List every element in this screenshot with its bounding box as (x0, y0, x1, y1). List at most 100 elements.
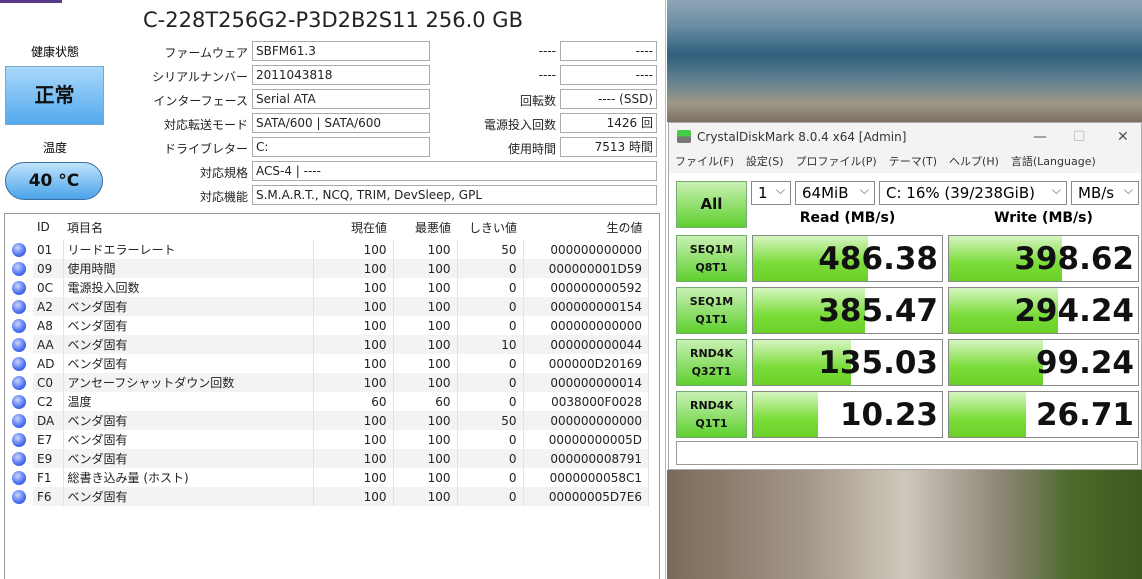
attr-id: C0 (33, 373, 64, 392)
attr-worst: 100 (393, 487, 458, 506)
table-row[interactable]: E9 ベンダ固有 100 100 0 000000008791 (5, 449, 649, 468)
attr-name: 温度 (63, 392, 314, 411)
status-dot-icon (12, 375, 26, 390)
column-header[interactable]: 現在値 (313, 214, 393, 240)
table-row[interactable]: DA ベンダ固有 100 100 50 000000000000 (5, 411, 649, 430)
attr-current: 100 (313, 335, 394, 354)
column-header[interactable]: ID (33, 214, 63, 240)
attr-worst: 100 (393, 240, 458, 259)
attr-current: 100 (313, 354, 394, 373)
column-header[interactable]: しきい値 (457, 214, 523, 240)
table-row[interactable]: 0C 電源投入回数 100 100 0 000000000592 (5, 278, 649, 297)
attr-worst: 100 (393, 297, 458, 316)
attr-id: 01 (33, 240, 64, 259)
attr-name: ベンダ固有 (63, 316, 314, 335)
desktop-background-sea (667, 0, 1142, 122)
table-row[interactable]: C0 アンセーフシャットダウン回数 100 100 0 000000000014 (5, 373, 649, 392)
attr-name: ベンダ固有 (63, 430, 314, 449)
table-row[interactable]: 09 使用時間 100 100 0 000000001D59 (5, 259, 649, 278)
table-row[interactable]: E7 ベンダ固有 100 100 0 00000000005D (5, 430, 649, 449)
attr-threshold: 0 (457, 392, 524, 411)
comment-field[interactable] (676, 441, 1138, 465)
attr-raw: 000000008791 (523, 449, 649, 468)
smart-table: ID 項目名 現在値 最悪値 しきい値 生の値 01 リードエラーレート 100 100 50 000… (4, 213, 660, 579)
attr-raw: 000000D20169 (523, 354, 649, 373)
test-params: Q1T1 (695, 417, 728, 430)
test-params: Q1T1 (695, 313, 728, 326)
table-row[interactable]: A2 ベンダ固有 100 100 0 000000000154 (5, 297, 649, 316)
table-row[interactable]: F1 総書き込み量 (ホスト) 100 100 0 0000000058C1 (5, 468, 649, 487)
status-dot-icon (12, 470, 26, 485)
close-icon[interactable]: ✕ (1117, 123, 1129, 151)
right-field-label: ---- (538, 44, 556, 58)
test-button[interactable]: RND4K Q32T1 (676, 339, 747, 386)
write-result: 398.62 (948, 235, 1139, 282)
menu-item[interactable]: ヘルプ(H) (949, 155, 999, 168)
attr-raw: 0038000F0028 (523, 392, 649, 411)
attr-name: ベンダ固有 (63, 487, 314, 506)
read-result: 385.47 (752, 287, 943, 334)
attr-worst: 60 (393, 392, 458, 411)
attr-id: F1 (33, 468, 64, 487)
menu-item[interactable]: テーマ(T) (889, 155, 937, 168)
write-header: Write (MB/s) (994, 210, 1093, 226)
status-dot-icon (12, 432, 26, 447)
table-row[interactable]: AA ベンダ固有 100 100 10 000000000044 (5, 335, 649, 354)
column-header[interactable]: 生の値 (523, 214, 649, 240)
table-row[interactable]: C2 温度 60 60 0 0038000F0028 (5, 392, 649, 411)
column-header[interactable]: 項目名 (63, 214, 313, 240)
count-select[interactable]: 1 (751, 179, 791, 205)
attr-id: DA (33, 411, 64, 430)
unit-select[interactable]: MB/s (1071, 179, 1139, 205)
test-button[interactable]: SEQ1M Q1T1 (676, 287, 747, 334)
attr-name: ベンダ固有 (63, 335, 314, 354)
attr-current: 100 (313, 373, 394, 392)
attr-name: ベンダ固有 (63, 354, 314, 373)
menu-item[interactable]: ファイル(F) (675, 155, 734, 168)
table-row[interactable]: 01 リードエラーレート 100 100 50 000000000000 (5, 240, 649, 259)
attr-name: ベンダ固有 (63, 297, 314, 316)
maximize-icon[interactable]: ☐ (1073, 123, 1086, 151)
field-value: Serial ATA (252, 89, 430, 109)
size-select[interactable]: 64MiB (795, 179, 875, 205)
crystaldiskinfo-window: C-228T256G2-P3D2B2S11 256.0 GB 健康状態 正常 温… (0, 0, 666, 579)
menu-item[interactable]: 設定(S) (746, 155, 784, 168)
read-value: 10.23 (839, 397, 938, 433)
menu-item[interactable]: 言語(Language) (1011, 155, 1096, 168)
menu-item[interactable]: プロファイル(P) (796, 155, 877, 168)
column-header[interactable]: 最悪値 (393, 214, 457, 240)
write-value: 26.71 (1035, 397, 1134, 433)
all-button[interactable]: All (676, 181, 747, 228)
attr-id: AD (33, 354, 64, 373)
attr-worst: 100 (393, 430, 458, 449)
minimize-icon[interactable]: — (1033, 123, 1047, 151)
test-button[interactable]: SEQ1M Q8T1 (676, 235, 747, 282)
attr-current: 100 (313, 259, 394, 278)
test-button[interactable]: RND4K Q1T1 (676, 391, 747, 438)
attr-threshold: 50 (457, 240, 524, 259)
attr-current: 100 (313, 240, 394, 259)
write-result: 26.71 (948, 391, 1139, 438)
attr-worst: 100 (393, 354, 458, 373)
table-row[interactable]: A8 ベンダ固有 100 100 0 000000000000 (5, 316, 649, 335)
attr-id: E7 (33, 430, 64, 449)
table-row[interactable]: AD ベンダ固有 100 100 0 000000D20169 (5, 354, 649, 373)
attr-threshold: 0 (457, 487, 524, 506)
test-name: RND4K (690, 399, 733, 412)
table-row[interactable]: F6 ベンダ固有 100 100 0 00000005D7E6 (5, 487, 649, 506)
temperature-button[interactable]: 40 °C (5, 162, 103, 200)
attr-threshold: 0 (457, 259, 524, 278)
status-cell (5, 373, 33, 392)
field-label: 対応規格 (199, 166, 248, 180)
status-dot-icon (12, 261, 26, 276)
status-cell (5, 259, 33, 278)
right-field-value: 7513 時間 (560, 137, 657, 157)
attr-current: 100 (313, 411, 394, 430)
attr-name: ベンダ固有 (63, 449, 314, 468)
attr-current: 100 (313, 487, 394, 506)
health-status-button[interactable]: 正常 (5, 66, 104, 125)
attr-name: アンセーフシャットダウン回数 (63, 373, 314, 392)
attr-threshold: 50 (457, 411, 524, 430)
drive-select[interactable]: C: 16% (39/238GiB) (879, 179, 1067, 205)
attr-worst: 100 (393, 373, 458, 392)
